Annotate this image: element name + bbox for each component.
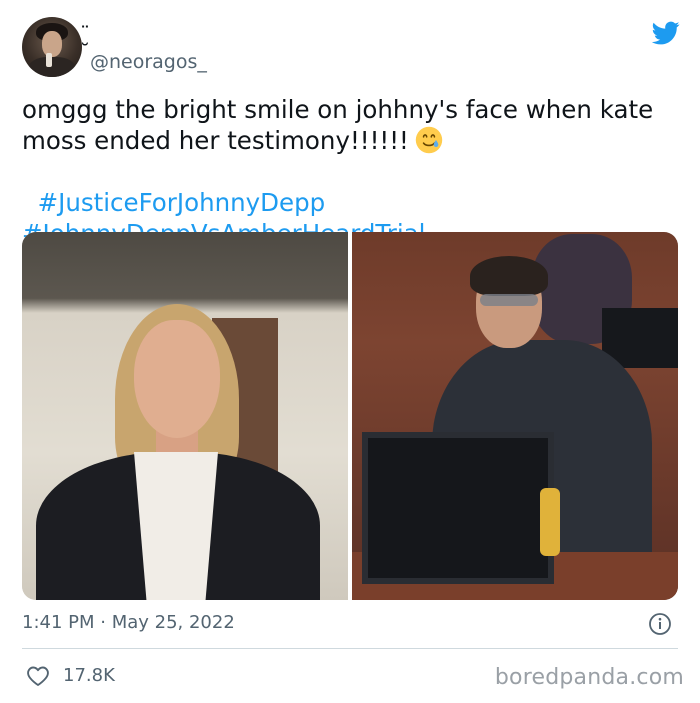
avatar-face xyxy=(42,31,62,57)
tweet-media[interactable] xyxy=(22,232,678,600)
avatar[interactable] xyxy=(22,17,82,77)
avatar-body xyxy=(28,57,76,77)
hashtag-link[interactable]: #JusticeForJohnnyDepp xyxy=(38,188,326,217)
tweet-text: omggg the bright smile on johhny's face … xyxy=(22,95,661,155)
heart-icon[interactable] xyxy=(26,665,50,687)
avatar-cigarette xyxy=(46,53,52,67)
photo-shirt xyxy=(134,452,218,600)
twitter-bird-icon[interactable] xyxy=(650,19,682,47)
photo-face xyxy=(134,320,220,438)
media-photo-left xyxy=(22,232,348,600)
photo-glasses xyxy=(480,294,538,306)
like-count[interactable]: 17.8K xyxy=(63,665,115,686)
photo-hair-right xyxy=(470,256,548,296)
media-photo-right xyxy=(352,232,678,600)
tweet-body: omggg the bright smile on johhny's face … xyxy=(22,94,682,249)
smiling-face-with-tear-icon xyxy=(415,126,443,154)
watermark: boredpanda.com xyxy=(494,665,684,690)
photo-monitor xyxy=(362,432,554,584)
user-handle[interactable]: @neoragos_ xyxy=(90,51,207,73)
tweet-timestamp[interactable]: 1:41 PM · May 25, 2022 xyxy=(22,612,235,633)
info-icon[interactable] xyxy=(648,612,672,636)
divider-line xyxy=(22,648,678,649)
tweet-header: ̮̈ @neoragos_ xyxy=(22,17,682,81)
photo-bottle xyxy=(540,488,560,556)
